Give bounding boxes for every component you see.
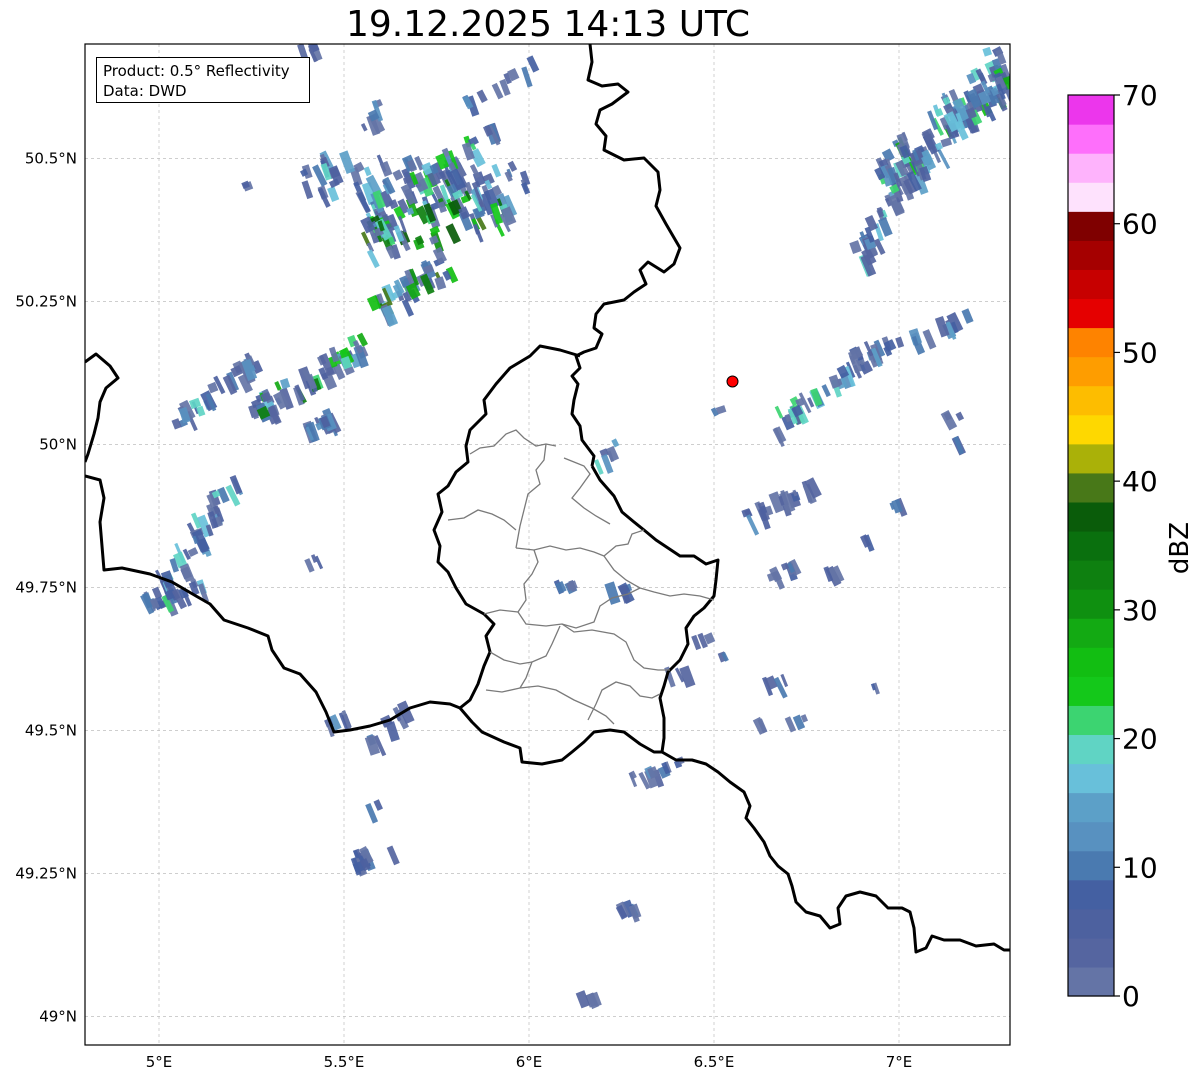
colorbar-segment xyxy=(1068,153,1114,183)
colorbar-segment xyxy=(1068,356,1114,387)
colorbar-segment xyxy=(1068,618,1114,648)
colorbar: 0 10 20 30 40 50 60 70 dBZ xyxy=(1067,79,1195,1013)
colorbar-segment xyxy=(1068,705,1114,736)
colorbar-segment xyxy=(1068,792,1114,823)
colorbar-tick-label: 10 xyxy=(1122,851,1158,884)
colorbar-segment xyxy=(1068,676,1114,706)
map-panel xyxy=(85,44,1010,1045)
x-tick-label: 6.5°E xyxy=(694,1053,735,1071)
y-tick-label: 49.5°N xyxy=(25,721,77,739)
colorbar-segment xyxy=(1068,95,1114,125)
info-box: Product: 0.5° Reflectivity Data: DWD xyxy=(96,57,310,103)
colorbar-segment xyxy=(1068,443,1114,474)
radar-site-marker xyxy=(726,375,739,388)
colorbar-segment xyxy=(1068,414,1114,445)
colorbar-segment xyxy=(1068,472,1114,503)
y-tick-label: 49.75°N xyxy=(15,578,77,596)
colorbar-segment xyxy=(1068,850,1114,881)
colorbar-segment xyxy=(1068,647,1114,677)
x-tick-label: 5°E xyxy=(146,1053,173,1071)
y-tick-label: 50.5°N xyxy=(25,149,77,167)
colorbar-segment xyxy=(1068,530,1114,561)
colorbar-segment xyxy=(1068,327,1114,358)
colorbar-tick-label: 50 xyxy=(1122,336,1158,369)
colorbar-segment xyxy=(1068,908,1114,939)
colorbar-segment xyxy=(1068,211,1114,241)
y-tick-label: 49.25°N xyxy=(15,864,77,882)
colorbar-tick-label: 0 xyxy=(1122,980,1140,1013)
colorbar-segment xyxy=(1068,589,1114,619)
x-tick-label: 6°E xyxy=(516,1053,543,1071)
colorbar-segment xyxy=(1068,879,1114,910)
colorbar-segment xyxy=(1068,385,1114,416)
colorbar-segment xyxy=(1068,501,1114,532)
colorbar-segment xyxy=(1068,240,1114,270)
y-tick-label: 50°N xyxy=(39,435,77,453)
radar-map: 5°E 5.5°E 6°E 6.5°E 7°E 50.5°N 50.25°N 50°N 49.7… xyxy=(15,43,1195,1071)
product-label: Product: 0.5° Reflectivity xyxy=(103,62,290,80)
colorbar-tick-label: 60 xyxy=(1122,208,1158,241)
colorbar-segment xyxy=(1068,966,1114,997)
colorbar-tick-label: 40 xyxy=(1122,465,1158,498)
y-tick-label: 50.25°N xyxy=(15,292,77,310)
colorbar-tick-label: 30 xyxy=(1122,594,1158,627)
colorbar-segment xyxy=(1068,937,1114,968)
colorbar-segment xyxy=(1068,821,1114,852)
colorbar-segment xyxy=(1068,298,1114,329)
colorbar-segment xyxy=(1068,182,1114,212)
x-tick-label: 7°E xyxy=(886,1053,913,1071)
x-tick-label: 5.5°E xyxy=(324,1053,365,1071)
colorbar-tick-label: 20 xyxy=(1122,723,1158,756)
data-source-label: Data: DWD xyxy=(103,82,187,100)
colorbar-segment xyxy=(1068,734,1114,765)
colorbar-tick-label: 70 xyxy=(1122,79,1158,112)
colorbar-segment xyxy=(1068,124,1114,154)
colorbar-segment xyxy=(1068,269,1114,300)
colorbar-segment xyxy=(1068,560,1114,590)
colorbar-segment xyxy=(1068,763,1114,794)
y-tick-label: 49°N xyxy=(39,1007,77,1025)
colorbar-axis-label: dBZ xyxy=(1165,522,1195,574)
